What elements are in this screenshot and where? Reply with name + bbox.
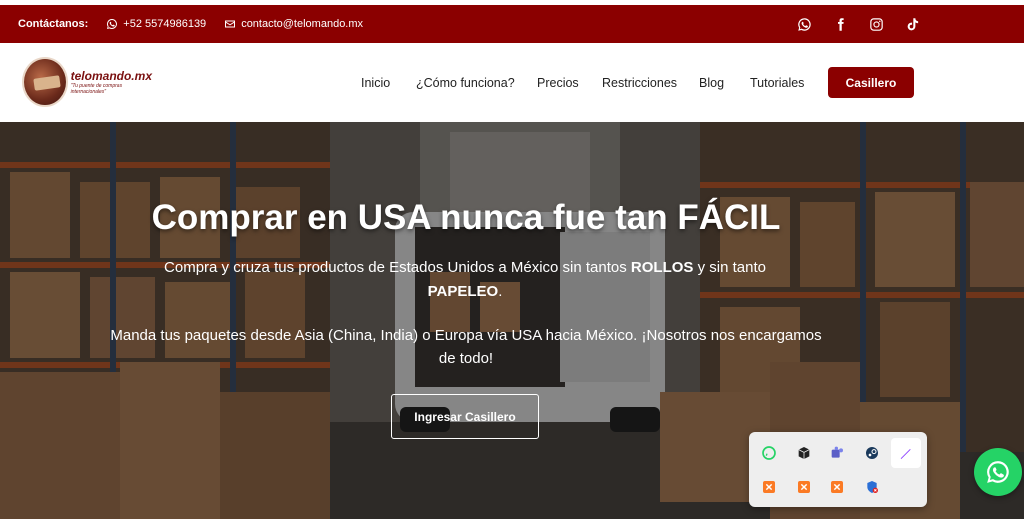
hero-description: Manda tus paquetes desde Asia (China, In… [110,327,822,367]
ingresar-casillero-button[interactable]: Ingresar Casillero [391,394,539,439]
instagram-icon [869,17,883,31]
hero-subtitle-c: y sin tanto [693,259,766,276]
tray-steam[interactable] [857,438,887,468]
nav-como-funciona[interactable]: ¿Cómo funciona? [416,76,515,90]
hero-title: Comprar en USA nunca fue tan FÁCIL [0,198,932,238]
tray-whatsapp[interactable] [754,438,784,468]
casillero-button[interactable]: Casillero [828,67,914,98]
whatsapp-float-button[interactable] [974,448,1022,496]
hero-title-emphasis: FÁCIL [677,198,781,237]
whatsapp-icon [797,17,811,31]
tray-box[interactable] [789,438,819,468]
mail-icon [225,20,236,28]
tray-xampp-2[interactable] [789,472,819,502]
nav-precios[interactable]: Precios [537,76,579,90]
email-link[interactable]: contacto@telomando.mx [224,18,363,30]
xampp-icon [831,481,843,493]
social-facebook-link[interactable] [822,5,858,43]
pen-icon [900,449,911,459]
social-instagram-link[interactable] [858,5,894,43]
tiktok-icon [907,17,918,30]
email-address: contacto@telomando.mx [241,18,364,30]
tray-xampp-1[interactable] [754,472,784,502]
contact-bar: Contáctanos: +52 5574986139 contacto@tel… [0,5,1024,43]
tray-pen[interactable] [891,438,921,468]
whatsapp-icon [107,19,118,29]
hero-subtitle-papeleo: PAPELEO [427,283,499,300]
box-icon [798,447,810,459]
nav-tutoriales[interactable]: Tutoriales [750,76,804,90]
nav-blog[interactable]: Blog [699,76,724,90]
network-error-icon [867,481,878,493]
steam-icon [866,447,878,459]
whatsapp-icon [987,461,1009,483]
facebook-icon [837,17,844,31]
hero-subtitle-rollos: ROLLOS [630,259,694,276]
tray-network[interactable] [857,472,887,502]
nav-restricciones[interactable]: Restricciones [602,76,677,90]
xampp-icon [798,481,810,493]
site-header: telomando.mx "Tu puente de compras inter… [0,43,1024,122]
hero-subtitle-a: Compra y cruza tus productos de Estados … [164,259,631,276]
main-nav: Inicio ¿Cómo funciona? Precios Restricci… [0,43,1024,122]
xampp-icon [763,481,775,493]
tray-teams[interactable] [822,438,852,468]
social-tiktok-link[interactable] [894,5,930,43]
phone-link[interactable]: +52 5574986139 [106,18,206,30]
nav-inicio[interactable]: Inicio [361,76,390,90]
tray-xampp-3[interactable] [822,472,852,502]
phone-number: +52 5574986139 [123,18,207,30]
system-tray-overflow [749,432,927,507]
hero-subtitle-e: . [498,283,503,300]
whatsapp-icon [762,446,776,460]
teams-icon [831,446,843,458]
hero-title-text: Comprar en USA nunca fue tan [151,198,678,237]
social-whatsapp-link[interactable] [786,5,822,43]
contact-label: Contáctanos: [18,18,89,30]
hero-subtitle: Compra y cruza tus productos de Estados … [120,256,810,304]
